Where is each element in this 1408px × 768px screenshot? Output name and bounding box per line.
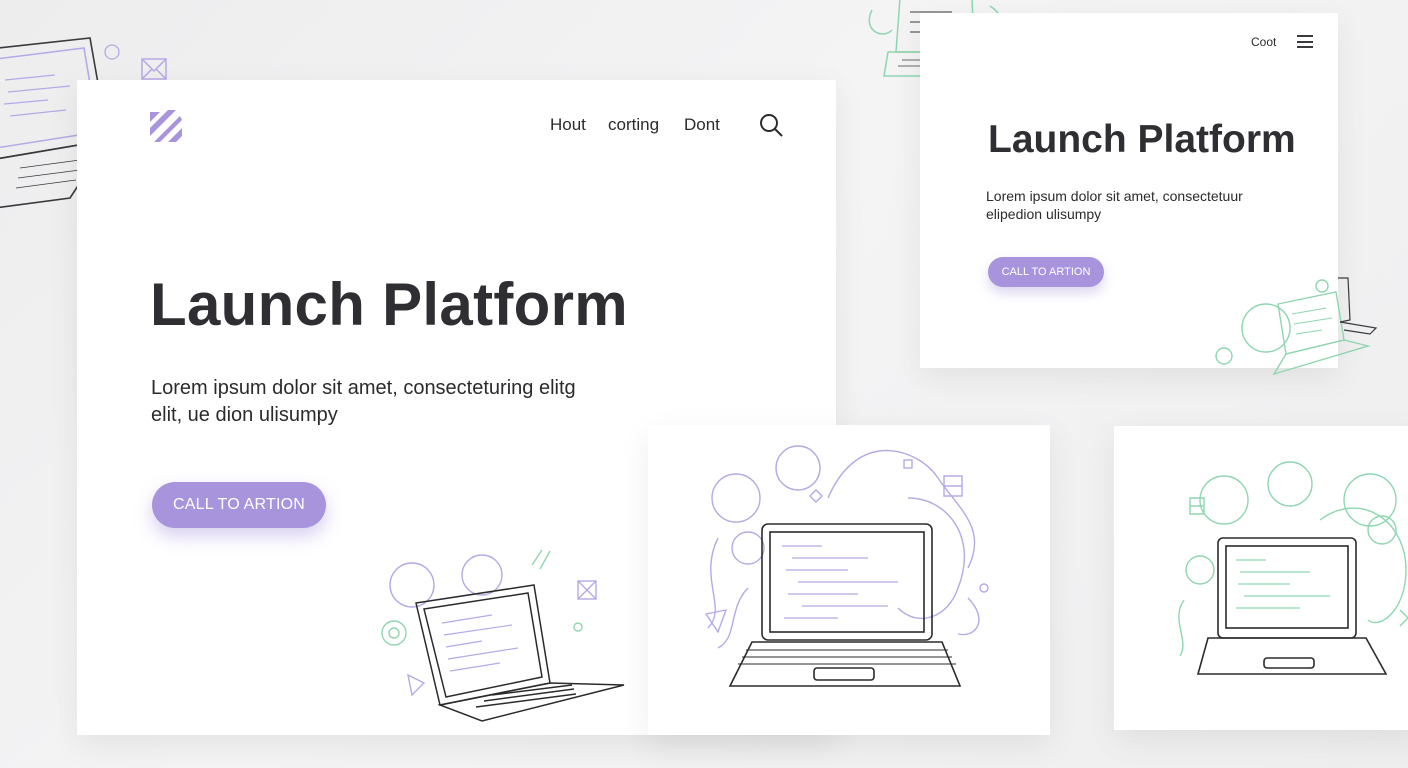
search-icon[interactable] — [757, 111, 785, 139]
mobile-page-description: Lorem ipsum dolor sit amet, consectetuur… — [986, 187, 1286, 223]
mobile-description-line-2: elipedion ulisumpy — [986, 206, 1102, 222]
laptop-illustration-green — [1178, 461, 1408, 675]
call-to-action-button[interactable]: CALL TO ARTION — [152, 482, 326, 528]
envelope-doodle — [141, 58, 167, 80]
page-title: Launch Platform — [150, 271, 628, 338]
nav-item-dont[interactable]: Dont — [684, 115, 720, 135]
nav-item-hout[interactable]: Hout — [550, 115, 586, 135]
mobile-description-line-1: Lorem ipsum dolor sit amet, consectetuur — [986, 188, 1243, 204]
laptop-illustration-purple — [704, 445, 989, 687]
laptop-illustration-main — [381, 549, 625, 722]
description-line-1: Lorem ipsum dolor sit amet, consecteturi… — [151, 377, 576, 399]
page-description: Lorem ipsum dolor sit amet, consecteturi… — [151, 375, 621, 429]
mobile-nav-link[interactable]: Coot — [1251, 35, 1276, 49]
description-line-2: elit, ue dion ulisumpy — [151, 404, 338, 426]
mobile-call-to-action-button[interactable]: CALL TO ARTION — [988, 257, 1104, 287]
logo-icon[interactable] — [146, 106, 186, 146]
laptop-illustration-mobile — [1215, 277, 1378, 376]
menu-icon[interactable] — [1297, 35, 1313, 48]
nav-item-corting[interactable]: corting — [608, 115, 659, 135]
mobile-page-title: Launch Platform — [988, 118, 1296, 161]
